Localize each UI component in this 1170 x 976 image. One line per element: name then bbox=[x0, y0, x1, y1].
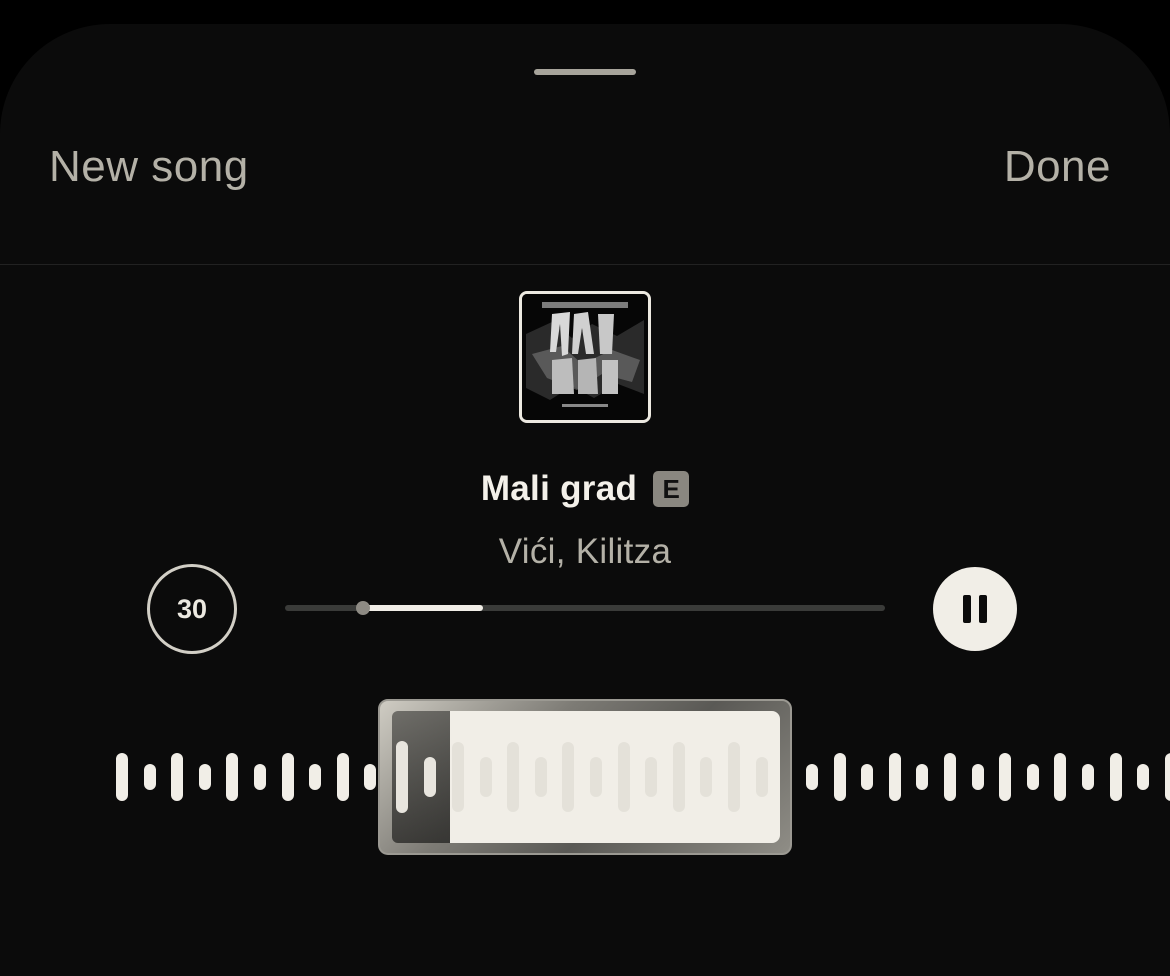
waveform-bar bbox=[590, 757, 602, 797]
waveform-bar bbox=[282, 753, 294, 801]
progress-fill bbox=[363, 605, 483, 611]
waveform-bar bbox=[1165, 753, 1170, 801]
playback-progress-bar[interactable] bbox=[285, 601, 885, 615]
title-row: Mali grad E bbox=[0, 467, 1170, 511]
waveform-bar bbox=[1054, 753, 1066, 801]
waveform-bar bbox=[889, 753, 901, 801]
waveform-bar bbox=[999, 753, 1011, 801]
waveform-bar bbox=[396, 741, 408, 813]
new-song-button[interactable]: New song bbox=[49, 142, 249, 192]
song-picker-sheet: New song Done Mali grad E Vići, Kilitza … bbox=[0, 24, 1170, 976]
waveform-bar bbox=[1082, 764, 1094, 790]
waveform-bar bbox=[1027, 764, 1039, 790]
waveform-bar bbox=[972, 764, 984, 790]
done-button[interactable]: Done bbox=[1004, 142, 1111, 192]
waveform-bar bbox=[226, 753, 238, 801]
waveform-bar bbox=[535, 757, 547, 797]
selection-shade bbox=[392, 711, 450, 843]
waveform-bar bbox=[144, 764, 156, 790]
waveform-bar bbox=[728, 742, 740, 812]
waveform-bar bbox=[756, 757, 768, 797]
clip-selection-window[interactable] bbox=[378, 699, 792, 855]
clip-duration-button[interactable]: 30 bbox=[147, 564, 237, 654]
waveform-bar bbox=[1110, 753, 1122, 801]
waveform-bar bbox=[861, 764, 873, 790]
album-art bbox=[519, 291, 651, 423]
song-title: Mali grad bbox=[480, 469, 638, 508]
album-art-graphic bbox=[522, 294, 648, 420]
pause-icon-bar-left bbox=[963, 595, 971, 623]
waveform-bar bbox=[507, 742, 519, 812]
waveform-bar bbox=[254, 764, 266, 790]
waveform-bar bbox=[309, 764, 321, 790]
waveform-bar bbox=[337, 753, 349, 801]
selection-highlight bbox=[450, 711, 780, 843]
waveform-bar bbox=[562, 742, 574, 812]
waveform-bar bbox=[199, 764, 211, 790]
waveform-bar bbox=[806, 764, 818, 790]
progress-thumb[interactable] bbox=[356, 601, 370, 615]
waveform-bar bbox=[171, 753, 183, 801]
waveform-bar bbox=[424, 757, 436, 797]
waveform-bar bbox=[480, 757, 492, 797]
explicit-icon: E bbox=[653, 471, 690, 507]
waveform-bar bbox=[645, 757, 657, 797]
pause-icon-bar-right bbox=[979, 595, 987, 623]
waveform-bar bbox=[944, 753, 956, 801]
waveform-bar bbox=[618, 742, 630, 812]
sheet-grabber[interactable] bbox=[534, 69, 636, 75]
pause-button[interactable] bbox=[933, 567, 1017, 651]
header-divider bbox=[0, 264, 1170, 265]
waveform-bar bbox=[364, 764, 376, 790]
waveform-bar bbox=[700, 757, 712, 797]
waveform-bar bbox=[834, 753, 846, 801]
waveform-bar bbox=[452, 742, 464, 812]
waveform-bar bbox=[916, 764, 928, 790]
waveform-bar bbox=[116, 753, 128, 801]
waveform-bar bbox=[1137, 764, 1149, 790]
waveform-bar bbox=[673, 742, 685, 812]
